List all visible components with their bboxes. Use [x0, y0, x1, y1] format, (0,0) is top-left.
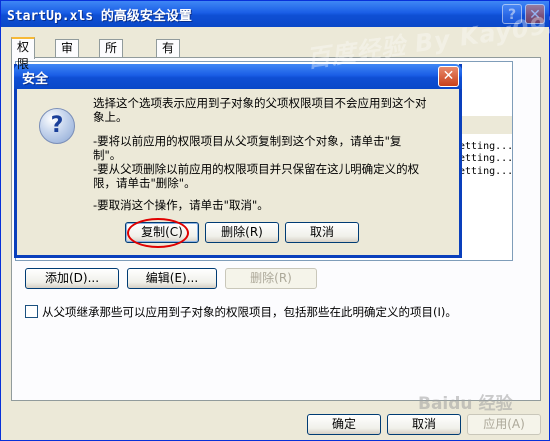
question-icon: ? [39, 108, 75, 144]
dialog-cancel-button[interactable]: 取消 [285, 222, 359, 243]
tab-auditing[interactable]: 审核 [55, 39, 80, 72]
dialog-message-line: -要从父项删除以前应用的权限项目并只保留在这儿明确定义的权 [93, 162, 420, 176]
tab-owner[interactable]: 所有者 [99, 39, 124, 89]
tab-effective-permissions[interactable]: 有效权限 [156, 39, 181, 106]
dialog-message-line: 限，请单击"删除"。 [93, 176, 196, 190]
security-dialog: 安全 ✕ ? 选择这个选项表示应用到子对象的父项权限项目不会应用到这个对 象上。… [14, 64, 462, 258]
baidu-logo: Baidu 经验 [418, 394, 513, 414]
list-cell: etting... [459, 166, 514, 177]
cancel-button[interactable]: 取消 [387, 414, 461, 435]
remove-button[interactable]: 删除(R) [225, 268, 317, 289]
inherit-checkbox-row[interactable]: 从父项继承那些可以应用到子对象的权限项目，包括那些在此明确定义的项目(I)。 [25, 304, 495, 320]
edit-button[interactable]: 编辑(E)... [127, 268, 217, 289]
dialog-message-line: 选择这个选项表示应用到子对象的父项权限项目不会应用到这个对 [93, 96, 427, 110]
dialog-remove-button[interactable]: 删除(R) [205, 222, 279, 243]
inherit-checkbox-label: 从父项继承那些可以应用到子对象的权限项目，包括那些在此明确定义的项目(I)。 [42, 305, 457, 319]
tab-permissions[interactable]: 权限 [11, 37, 36, 71]
window-title: StartUp.xls 的高级安全设置 [7, 9, 192, 24]
ok-button[interactable]: 确定 [307, 414, 381, 435]
list-cell: etting... [459, 141, 514, 152]
highlight-ellipse [127, 218, 189, 248]
dialog-close-button[interactable]: ✕ [438, 66, 459, 87]
apply-button[interactable]: 应用(A) [467, 414, 541, 435]
inherit-checkbox[interactable] [25, 305, 38, 318]
add-button[interactable]: 添加(D)... [25, 268, 119, 289]
dialog-title-bar[interactable]: 安全 ✕ [14, 64, 462, 89]
dialog-message-line: -要将以前应用的权限项目从父项复制到这个对象，请单击"复 [93, 134, 402, 148]
dialog-message-line: 象上。 [93, 110, 128, 124]
dialog-message-line: -要取消这个操作，请单击"取消"。 [93, 198, 269, 212]
list-cell: etting... [459, 153, 514, 164]
dialog-message-line: 制"。 [93, 148, 122, 162]
